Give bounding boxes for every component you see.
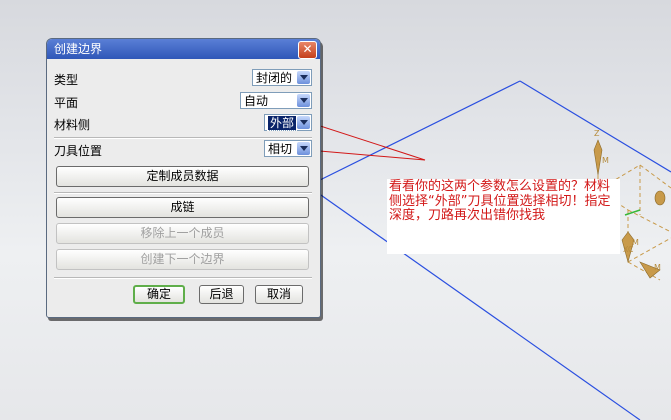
divider	[54, 137, 312, 139]
material-side-value: 外部	[266, 115, 298, 131]
ok-button[interactable]: 确定	[133, 285, 185, 304]
cancel-button[interactable]: 取消	[255, 285, 303, 304]
type-label: 类型	[54, 73, 79, 87]
dropdown-arrow-icon[interactable]	[297, 71, 310, 84]
material-side-label: 材料侧	[54, 118, 91, 132]
dialog-titlebar[interactable]: 创建边界 ✕	[47, 39, 320, 59]
material-side-select[interactable]: 外部	[264, 114, 312, 131]
axis-label-m3: M	[654, 263, 661, 272]
create-next-boundary-button[interactable]: 创建下一个边界	[56, 249, 309, 270]
dialog-title: 创建边界	[54, 42, 103, 56]
leader-line-material	[307, 121, 426, 161]
dropdown-arrow-icon[interactable]	[297, 94, 310, 107]
close-icon[interactable]: ✕	[298, 41, 317, 59]
chain-button[interactable]: 成链	[56, 197, 309, 218]
tool-position-value: 相切	[268, 142, 293, 156]
csys-green-axis	[624, 209, 641, 216]
tool-position-label: 刀具位置	[54, 144, 103, 158]
axis-label-m1: M	[602, 156, 609, 165]
material-side-row: 材料侧 外部	[54, 114, 312, 134]
dropdown-arrow-icon[interactable]	[297, 116, 310, 129]
type-select[interactable]: 封闭的	[252, 69, 312, 86]
plane-value: 自动	[244, 94, 269, 108]
plane-select[interactable]: 自动	[240, 92, 312, 109]
leader-line-tool	[307, 149, 426, 161]
divider	[54, 192, 312, 194]
custom-member-data-button[interactable]: 定制成员数据	[56, 166, 309, 187]
axis-label-m2: M	[632, 238, 639, 247]
back-button[interactable]: 后退	[199, 285, 244, 304]
dropdown-arrow-icon[interactable]	[297, 142, 310, 155]
type-value: 封闭的	[256, 71, 293, 85]
create-boundary-dialog: 创建边界 ✕ 类型 封闭的 平面 自动 材料侧 外部 刀具位置 相切 定制成员数…	[46, 38, 321, 318]
divider	[54, 277, 312, 279]
plane-label: 平面	[54, 96, 79, 110]
type-row: 类型 封闭的	[54, 69, 312, 89]
plane-edge-left	[317, 80, 521, 182]
tool-position-select[interactable]: 相切	[264, 140, 312, 157]
remove-last-member-button[interactable]: 移除上一个成员	[56, 223, 309, 244]
annotation-note: 看看你的这两个参数怎么设置的？材料侧选择“外部”刀具位置选择相切！指定深度，刀路…	[387, 179, 620, 254]
tool-position-row: 刀具位置 相切	[54, 140, 312, 160]
plane-row: 平面 自动	[54, 92, 312, 112]
axis-label-z: Z	[594, 129, 600, 138]
